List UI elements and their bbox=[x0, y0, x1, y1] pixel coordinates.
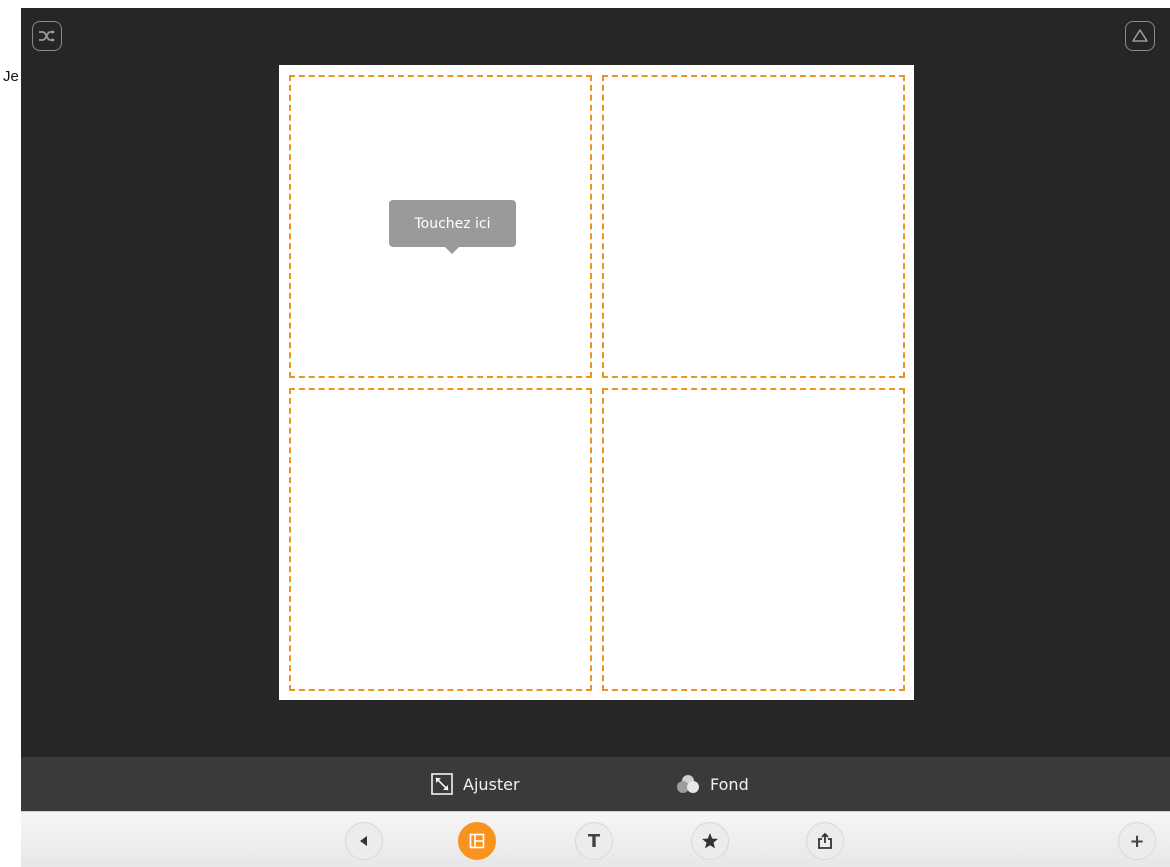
stickers-button[interactable] bbox=[691, 822, 729, 860]
layout-grid-icon bbox=[469, 833, 485, 849]
shuffle-icon bbox=[39, 30, 55, 42]
ajuster-button[interactable]: Ajuster bbox=[431, 769, 520, 799]
text-button[interactable]: T bbox=[575, 822, 613, 860]
back-button[interactable] bbox=[345, 822, 383, 860]
share-button[interactable] bbox=[806, 822, 844, 860]
photo-cell-1[interactable]: Touchez ici bbox=[289, 75, 592, 378]
text-icon: T bbox=[587, 830, 601, 852]
add-button[interactable]: + bbox=[1118, 822, 1156, 860]
ajuster-label: Ajuster bbox=[463, 774, 520, 794]
photo-cell-2[interactable] bbox=[602, 75, 905, 378]
bottom-toolbar: T + bbox=[21, 811, 1170, 867]
stray-text: Je bbox=[3, 68, 19, 85]
back-arrow-icon bbox=[360, 836, 367, 846]
shuffle-button[interactable] bbox=[32, 21, 62, 51]
touch-here-tooltip[interactable]: Touchez ici bbox=[389, 200, 516, 254]
resize-icon bbox=[431, 773, 453, 795]
recycle-button[interactable] bbox=[1125, 21, 1155, 51]
photo-cell-4[interactable] bbox=[602, 388, 905, 691]
layout-button[interactable] bbox=[458, 822, 496, 860]
background-circles-icon bbox=[676, 774, 700, 794]
star-icon bbox=[702, 833, 718, 849]
options-bar: Ajuster Fond bbox=[21, 757, 1170, 811]
fond-button[interactable]: Fond bbox=[676, 769, 749, 799]
fond-label: Fond bbox=[710, 774, 749, 794]
share-icon bbox=[818, 832, 832, 849]
collage-editor: Touchez ici Ajuster Fond T + bbox=[21, 8, 1170, 867]
recycle-icon bbox=[1132, 29, 1148, 42]
plus-icon: + bbox=[1129, 830, 1145, 852]
photo-cell-3[interactable] bbox=[289, 388, 592, 691]
collage-canvas: Touchez ici bbox=[279, 65, 914, 700]
